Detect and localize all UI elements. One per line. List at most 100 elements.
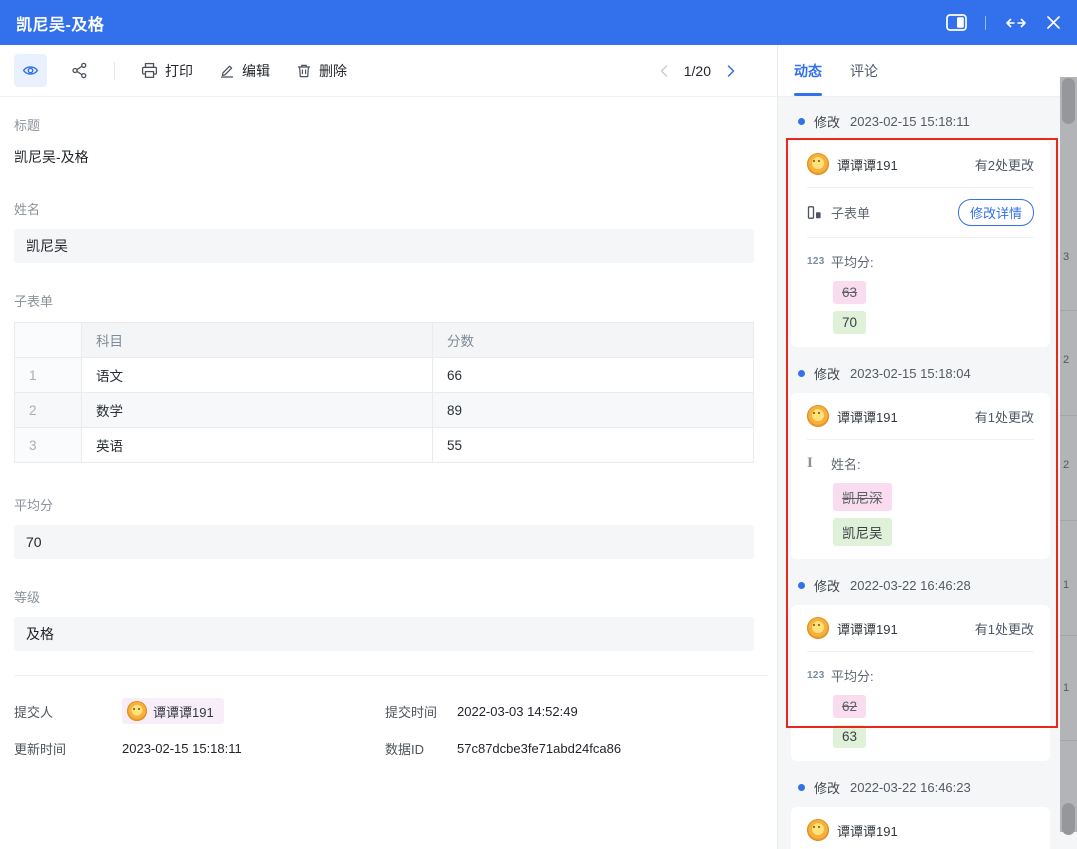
subform-table: 科目 分数 1 语文 66 2 数学 89 [14,322,754,463]
avatar [807,405,829,427]
changed-field-name: 姓名: [831,454,861,473]
pencil-icon [219,63,235,79]
avatar [127,701,147,721]
change-values: 62 63 [833,695,1034,748]
change-count: 有2处更改 [975,155,1034,174]
activity-user-name: 谭谭谭191 [837,407,898,426]
clipped-row-line [1060,520,1077,521]
toolbar-separator [114,62,115,80]
window-controls [946,14,1061,31]
activity-entry-head: 修改 2022-03-22 16:46:23 [798,777,1050,797]
activity-user-row: 谭谭谭191 [807,818,1034,842]
close-icon[interactable] [1046,15,1061,30]
change-values: 63 70 [833,281,1034,334]
record-main-panel: 打印 编辑 删除 1/20 标题 凯尼吴-及格 姓名 凯尼吴 子表单 [0,45,777,849]
scrollbar-thumb[interactable] [1062,78,1075,124]
clipped-row-line [1060,310,1077,311]
value-change-row: I 姓名: [807,451,1034,476]
resize-horizontal-icon[interactable] [1004,16,1028,30]
change-count: 有1处更改 [975,619,1034,638]
old-value-chip: 63 [833,281,866,304]
avatar [807,153,829,175]
prev-record-icon[interactable] [658,64,670,78]
change-values: 凯尼深 凯尼吴 [833,483,1034,546]
clipped-row-line [1060,635,1077,636]
new-value-chip: 凯尼吴 [833,518,892,546]
delete-button[interactable]: 删除 [296,61,347,81]
window-title: 凯尼吴-及格 [16,11,104,35]
changed-field-name: 平均分: [831,666,874,685]
clipped-row-line [1060,415,1077,416]
data-id-label: 数据ID [385,739,457,758]
old-value-chip: 62 [833,695,866,718]
activity-action: 修改 [814,364,840,383]
activity-entry-head: 修改 2022-03-22 16:46:28 [798,575,1050,595]
data-id-value: 57c87dcbe3fe71abd24fca86 [457,741,621,756]
name-field-label: 姓名 [14,199,768,218]
score-cell: 55 [433,428,754,463]
subject-cell: 语文 [82,358,433,393]
name-field-value: 凯尼吴 [14,229,754,263]
window-header: 凯尼吴-及格 [0,0,1077,45]
activity-user-name: 谭谭谭191 [837,619,898,638]
next-record-icon[interactable] [725,64,737,78]
clipped-text-fragment: 3 [1063,251,1069,263]
clipped-row-line [1060,740,1077,741]
subform-icon [807,205,831,220]
subform-label: 子表单 [14,291,768,310]
timeline-dot [798,118,805,125]
record-detail-window: 凯尼吴-及格 打印 [0,0,1077,849]
activity-action: 修改 [814,112,840,131]
activity-time: 2022-03-22 16:46:23 [850,780,971,795]
activity-user-row: 谭谭谭191 有2处更改 [807,152,1034,176]
subform-change-row: 子表单 修改详情 [807,199,1034,226]
new-value-chip: 70 [833,311,866,334]
change-detail-button[interactable]: 修改详情 [958,199,1034,226]
preview-button[interactable] [14,54,47,87]
pager-count: 1/20 [684,63,711,79]
meta-row-1: 提交人 谭谭谭191 提交时间 2022-03-03 14:52:49 [14,698,768,724]
timeline-dot [798,370,805,377]
submitter-name: 谭谭谭191 [153,702,214,721]
activity-card: 谭谭谭191 有1处更改 123 平均分: 62 63 [791,605,1050,761]
submit-time-label: 提交时间 [385,702,457,721]
subject-cell: 英语 [82,428,433,463]
clipped-text-fragment: 2 [1063,459,1069,471]
sidebar-tabs: 动态 评论 [778,45,1077,97]
title-field-label: 标题 [14,115,768,134]
activity-sidebar: 动态 评论 修改 2023-02-15 15:18:11 谭谭谭191 有2处更… [777,45,1077,849]
meta-divider [14,675,768,676]
print-button[interactable]: 打印 [141,61,193,81]
subform-header-row: 科目 分数 [15,323,754,358]
tab-comments[interactable]: 评论 [850,45,878,96]
scrollbar-thumb[interactable] [1062,803,1075,835]
changed-field-name: 平均分: [831,252,874,271]
share-icon[interactable] [71,62,88,79]
subform-col-subject: 科目 [82,323,433,358]
grade-field-label: 等级 [14,587,768,606]
card-divider [807,651,1034,652]
activity-user-name: 谭谭谭191 [837,155,898,174]
activity-time: 2022-03-22 16:46:28 [850,578,971,593]
submitter-badge: 谭谭谭191 [122,698,224,724]
activity-card: 谭谭谭191 有2处更改 子表单 修改详情 123 平均分: 63 [791,141,1050,347]
submitter-label: 提交人 [14,702,122,721]
sidebar-toggle-icon[interactable] [946,14,967,31]
activity-user-row: 谭谭谭191 有1处更改 [807,616,1034,640]
row-number: 3 [15,428,82,463]
subform-col-score: 分数 [433,323,754,358]
row-number: 2 [15,393,82,428]
update-time-value: 2023-02-15 15:18:11 [122,741,385,756]
activity-user-row: 谭谭谭191 有1处更改 [807,404,1034,428]
edit-button[interactable]: 编辑 [219,61,270,81]
subform-index-header [15,323,82,358]
record-toolbar: 打印 编辑 删除 1/20 [0,45,777,97]
update-time-label: 更新时间 [14,739,122,758]
change-count: 有1处更改 [975,407,1034,426]
tab-activity[interactable]: 动态 [794,45,822,96]
submitter-value: 谭谭谭191 [122,698,385,724]
record-form: 标题 凯尼吴-及格 姓名 凯尼吴 子表单 科目 分数 1 语文 [0,115,768,758]
number-field-icon: 123 [807,670,831,681]
average-field-label: 平均分 [14,495,768,514]
trash-icon [296,63,312,79]
